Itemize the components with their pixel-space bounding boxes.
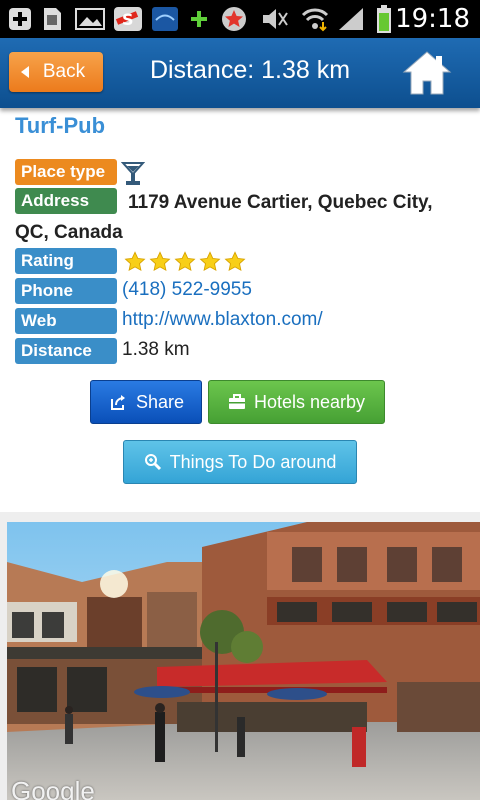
app-s-icon: S <box>112 6 144 32</box>
place-type-label: Place type <box>15 159 117 185</box>
hotels-nearby-label: Hotels nearby <box>253 391 366 412</box>
web-label: Web <box>15 308 117 334</box>
zoom-search-icon <box>144 453 162 471</box>
star-icon <box>199 251 221 272</box>
add-icon <box>6 6 34 32</box>
image-icon <box>74 6 106 32</box>
rating-stars <box>124 251 246 273</box>
back-button[interactable]: Back <box>9 52 103 92</box>
back-label: Back <box>42 61 86 82</box>
google-watermark: Google <box>11 776 95 800</box>
things-to-do-label: Things To Do around <box>169 451 337 472</box>
hotels-nearby-button[interactable]: Hotels nearby <box>208 380 385 424</box>
back-arrow-icon <box>20 66 29 78</box>
share-button[interactable]: Share <box>90 380 202 424</box>
share-label: Share <box>135 391 185 412</box>
page-title: Distance: 1.38 km <box>149 56 351 84</box>
status-bar: S 19:18 <box>0 0 480 38</box>
share-icon <box>108 392 128 412</box>
airwave-icon <box>150 6 180 32</box>
rating-label: Rating <box>15 248 117 274</box>
plus-icon <box>188 6 210 32</box>
svg-text:S: S <box>122 10 134 29</box>
star-icon <box>149 251 171 272</box>
home-icon <box>402 51 452 95</box>
place-name: Turf-Pub <box>15 113 106 138</box>
wifi-icon <box>300 6 330 32</box>
phone-label: Phone <box>15 278 117 304</box>
battery-icon <box>374 5 394 33</box>
web-link[interactable]: http://www.blaxton.com/ <box>122 309 323 331</box>
briefcase-icon <box>228 394 246 410</box>
home-button[interactable] <box>402 50 452 96</box>
phone-link[interactable]: (418) 522-9955 <box>122 279 252 301</box>
star-icon <box>124 251 146 272</box>
title-bar: Back Distance: 1.38 km <box>0 38 480 108</box>
cocktail-icon <box>120 160 146 191</box>
clock: 19:18 <box>395 4 470 34</box>
star-icon <box>224 251 246 272</box>
signal-icon <box>336 6 366 32</box>
address-value: 1179 Avenue Cartier, Quebec City, QC, Ca… <box>15 192 433 243</box>
distance-value: 1.38 km <box>122 339 190 360</box>
distance-label: Distance <box>15 338 117 364</box>
star-icon <box>174 251 196 272</box>
sim-icon <box>38 6 66 32</box>
street-view-image: Google <box>7 522 480 800</box>
mute-icon <box>258 6 290 32</box>
street-view-photo[interactable]: Google <box>0 512 480 800</box>
star-badge-icon <box>220 6 248 32</box>
things-to-do-button[interactable]: Things To Do around <box>123 440 357 484</box>
